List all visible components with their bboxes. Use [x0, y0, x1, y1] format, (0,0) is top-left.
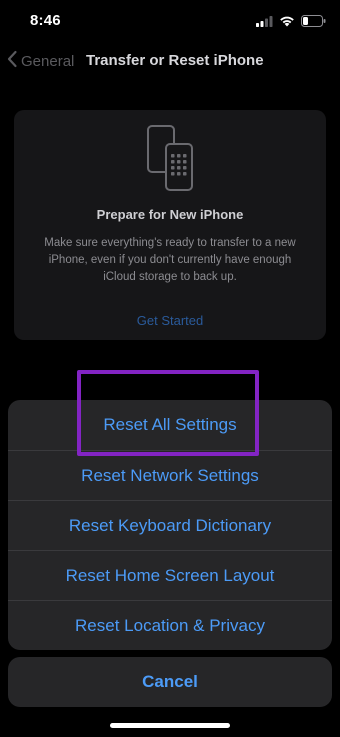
- prepare-card: Prepare for New iPhone Make sure everyth…: [14, 110, 326, 340]
- phones-transfer-icon: [146, 124, 194, 197]
- battery-icon: [301, 14, 326, 32]
- status-icons: [256, 14, 326, 32]
- reset-all-settings-button[interactable]: Reset All Settings: [8, 400, 332, 450]
- reset-home-screen-layout-button[interactable]: Reset Home Screen Layout: [8, 551, 332, 601]
- cancel-button[interactable]: Cancel: [8, 657, 332, 707]
- reset-action-sheet: Reset All Settings Reset Network Setting…: [8, 400, 332, 650]
- card-title: Prepare for New iPhone: [96, 207, 244, 222]
- get-started-link[interactable]: Get Started: [14, 313, 326, 328]
- home-indicator: [110, 723, 230, 728]
- status-bar: 8:46: [0, 0, 340, 44]
- page-title: Transfer or Reset iPhone: [86, 52, 264, 69]
- back-button[interactable]: General: [6, 50, 74, 73]
- screen: 8:46 General Transfer or Reset iPhone Pr…: [0, 0, 340, 737]
- wifi-icon: [279, 14, 295, 32]
- reset-network-settings-button[interactable]: Reset Network Settings: [8, 451, 332, 501]
- navigation-bar: General Transfer or Reset iPhone: [0, 44, 340, 78]
- cellular-signal-icon: [256, 14, 273, 32]
- reset-location-privacy-button[interactable]: Reset Location & Privacy: [8, 601, 332, 650]
- chevron-left-icon: [6, 50, 18, 73]
- reset-keyboard-dictionary-button[interactable]: Reset Keyboard Dictionary: [8, 501, 332, 551]
- card-description: Make sure everything's ready to transfer…: [44, 237, 296, 283]
- back-label: General: [21, 53, 75, 70]
- status-time: 8:46: [30, 12, 61, 29]
